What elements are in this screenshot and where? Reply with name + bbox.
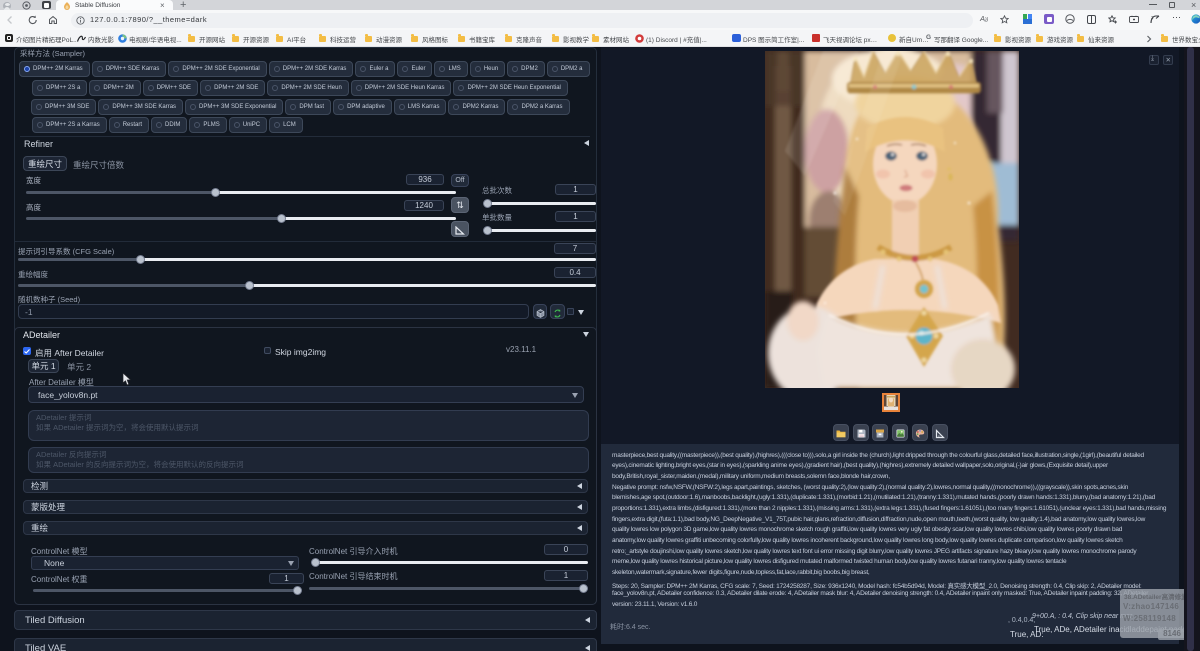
- svg-text:2: 2: [1151, 15, 1154, 20]
